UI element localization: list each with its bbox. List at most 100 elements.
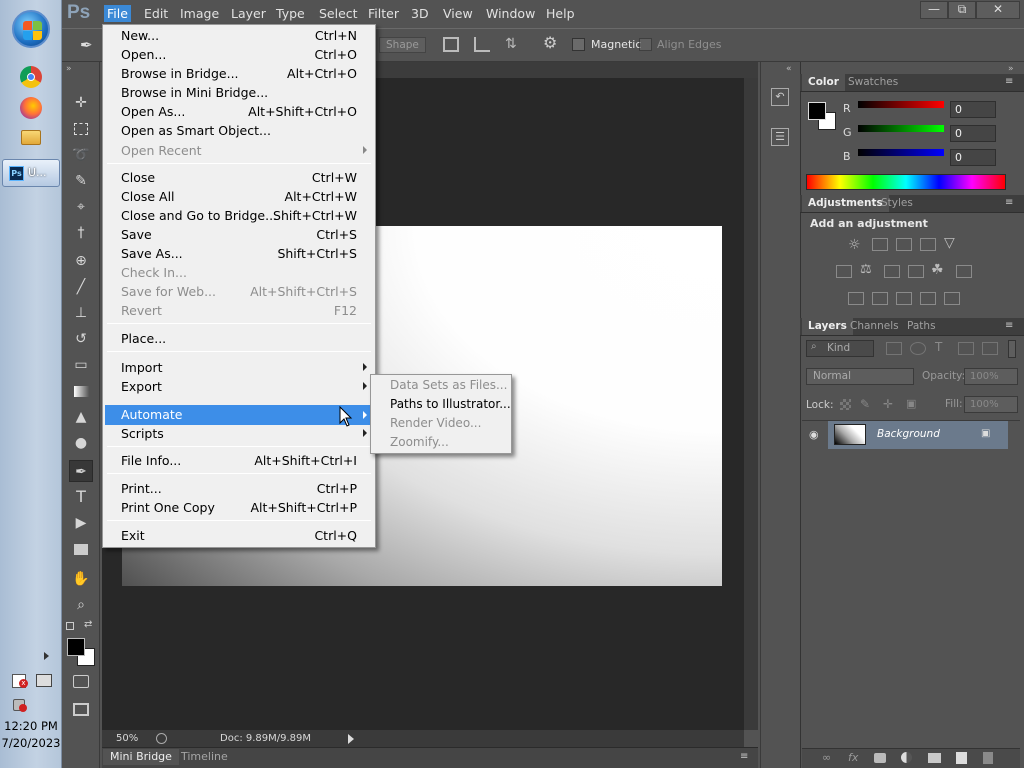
menu-help[interactable]: Help bbox=[543, 5, 578, 22]
pen-tool-icon[interactable]: ✒ bbox=[69, 460, 93, 482]
type-tool-icon[interactable]: T bbox=[69, 486, 93, 508]
menu-item-automate[interactable]: Automate bbox=[121, 407, 182, 422]
collapse-panels-icon[interactable]: » bbox=[1008, 64, 1014, 74]
quick-selection-tool-icon[interactable]: ✎ bbox=[69, 170, 93, 192]
brightness-contrast-icon[interactable]: ☼ bbox=[848, 237, 861, 253]
lock-image-icon[interactable]: ✎ bbox=[860, 397, 870, 411]
lasso-tool-icon[interactable]: ➰ bbox=[69, 144, 93, 166]
green-value-field[interactable]: 0 bbox=[950, 125, 996, 142]
path-operations-icon[interactable] bbox=[443, 37, 459, 52]
link-layers-icon[interactable]: ∞ bbox=[822, 751, 831, 764]
gradient-tool-icon[interactable] bbox=[69, 380, 93, 402]
posterize-icon[interactable] bbox=[872, 292, 888, 305]
menu-view[interactable]: View bbox=[440, 5, 476, 22]
zoom-level[interactable]: 50% bbox=[116, 730, 138, 747]
menu-item-new[interactable]: New... bbox=[121, 28, 159, 43]
path-alignment-icon[interactable] bbox=[474, 37, 490, 52]
eraser-tool-icon[interactable]: ▭ bbox=[69, 354, 93, 376]
restore-button[interactable]: ⧉ bbox=[948, 1, 976, 19]
color-panel-menu-icon[interactable]: ≡ bbox=[1005, 76, 1013, 87]
new-layer-icon[interactable] bbox=[956, 752, 967, 764]
menu-type[interactable]: Type bbox=[273, 5, 308, 22]
menu-item-save-for-web[interactable]: Save for Web... bbox=[121, 284, 216, 299]
levels-icon[interactable] bbox=[872, 238, 888, 251]
vertical-scrollbar[interactable] bbox=[744, 78, 758, 730]
lock-all-icon[interactable]: ▣ bbox=[906, 397, 916, 410]
menu-3d[interactable]: 3D bbox=[408, 5, 432, 22]
taskbar-photoshop-button[interactable]: Ps U... bbox=[2, 159, 60, 187]
pen-tool-preset-icon[interactable]: ✒ bbox=[80, 35, 102, 55]
history-brush-tool-icon[interactable]: ↺ bbox=[69, 328, 93, 350]
menu-item-save[interactable]: Save bbox=[121, 227, 152, 242]
selective-color-icon[interactable] bbox=[920, 292, 936, 305]
align-edges-checkbox[interactable] bbox=[639, 38, 652, 51]
tab-timeline[interactable]: Timeline bbox=[174, 749, 235, 765]
submenu-item-paths-to-illustrator[interactable]: Paths to Illustrator... bbox=[390, 397, 511, 411]
adjustments-panel-menu-icon[interactable]: ≡ bbox=[1005, 197, 1013, 208]
menu-item-open-as-smart-object[interactable]: Open as Smart Object... bbox=[121, 123, 271, 138]
opacity-field[interactable]: 100% bbox=[964, 368, 1018, 385]
healing-brush-tool-icon[interactable]: ⊕ bbox=[69, 250, 93, 272]
quick-mask-icon[interactable] bbox=[73, 675, 89, 688]
gear-icon[interactable]: ⚙ bbox=[543, 34, 561, 52]
status-menu-arrow-icon[interactable] bbox=[348, 734, 354, 744]
zoom-tool-icon[interactable]: ⌕ bbox=[69, 594, 93, 616]
lock-position-icon[interactable]: ✛ bbox=[883, 397, 893, 411]
menu-item-save-as[interactable]: Save As... bbox=[121, 246, 183, 261]
start-button[interactable] bbox=[12, 10, 50, 48]
minimize-button[interactable]: — bbox=[920, 1, 948, 19]
clone-stamp-tool-icon[interactable]: ⊥ bbox=[69, 302, 93, 324]
submenu-item-data-sets-as-files[interactable]: Data Sets as Files... bbox=[390, 378, 507, 392]
menu-item-close-all[interactable]: Close All bbox=[121, 189, 175, 204]
menu-item-browse-in-bridge[interactable]: Browse in Bridge... bbox=[121, 66, 239, 81]
status-info-icon[interactable] bbox=[156, 733, 167, 744]
menu-item-place[interactable]: Place... bbox=[121, 331, 166, 346]
fill-field[interactable]: 100% bbox=[964, 396, 1018, 413]
new-group-icon[interactable] bbox=[928, 753, 941, 763]
gradient-map-icon[interactable] bbox=[944, 292, 960, 305]
action-center-icon[interactable]: x bbox=[12, 674, 28, 688]
show-hidden-icons-arrow[interactable] bbox=[44, 652, 49, 660]
delete-layer-icon[interactable] bbox=[983, 752, 993, 764]
menu-item-file-info[interactable]: File Info... bbox=[121, 453, 181, 468]
path-selection-tool-icon[interactable]: ▶ bbox=[69, 512, 93, 534]
eyedropper-tool-icon[interactable]: † bbox=[69, 222, 93, 244]
properties-panel-icon[interactable]: ☰ bbox=[771, 128, 789, 146]
channel-mixer-icon[interactable]: ☘ bbox=[931, 262, 944, 278]
layer-style-fx-icon[interactable]: fx bbox=[848, 751, 858, 764]
screen-mode-icon[interactable] bbox=[73, 703, 89, 716]
filter-toggle-switch[interactable] bbox=[1008, 340, 1016, 358]
firefox-icon[interactable] bbox=[20, 97, 42, 119]
color-lookup-icon[interactable] bbox=[956, 265, 972, 278]
hand-tool-icon[interactable]: ✋ bbox=[69, 568, 93, 590]
layer-mask-icon[interactable] bbox=[874, 753, 886, 763]
brush-tool-icon[interactable]: ╱ bbox=[69, 276, 93, 298]
dodge-tool-icon[interactable]: ● bbox=[69, 432, 93, 454]
network-icon[interactable] bbox=[36, 674, 52, 687]
menu-item-exit[interactable]: Exit bbox=[121, 528, 145, 543]
tab-paths[interactable]: Paths bbox=[901, 318, 942, 335]
menu-file[interactable]: File bbox=[104, 5, 131, 22]
lock-transparent-icon[interactable] bbox=[840, 399, 851, 410]
menu-window[interactable]: Window bbox=[483, 5, 538, 22]
vibrance-icon[interactable]: ▽ bbox=[944, 235, 955, 251]
crop-tool-icon[interactable]: ⌖ bbox=[69, 196, 93, 218]
color-foreground-swatch[interactable] bbox=[808, 102, 826, 120]
filter-adjustment-icon[interactable] bbox=[910, 342, 926, 355]
curves-icon[interactable] bbox=[896, 238, 912, 251]
photo-filter-icon[interactable] bbox=[908, 265, 924, 278]
tab-color[interactable]: Color bbox=[802, 74, 845, 91]
menu-select[interactable]: Select bbox=[316, 5, 361, 22]
layer-name[interactable]: Background bbox=[877, 428, 940, 440]
red-slider[interactable] bbox=[858, 101, 944, 108]
layer-visibility-eye-icon[interactable]: ◉ bbox=[809, 428, 819, 441]
blur-tool-icon[interactable]: ▲ bbox=[69, 406, 93, 428]
menu-filter[interactable]: Filter bbox=[365, 5, 402, 22]
menu-item-revert[interactable]: Revert bbox=[121, 303, 162, 318]
marquee-tool-icon[interactable] bbox=[69, 118, 93, 140]
horizontal-scrollbar[interactable] bbox=[358, 730, 744, 747]
filter-smart-object-icon[interactable] bbox=[982, 342, 998, 355]
swap-colors-icon[interactable]: ⇄ bbox=[84, 619, 92, 630]
collapse-tools-icon[interactable]: » bbox=[66, 64, 72, 74]
chrome-icon[interactable] bbox=[20, 66, 42, 88]
